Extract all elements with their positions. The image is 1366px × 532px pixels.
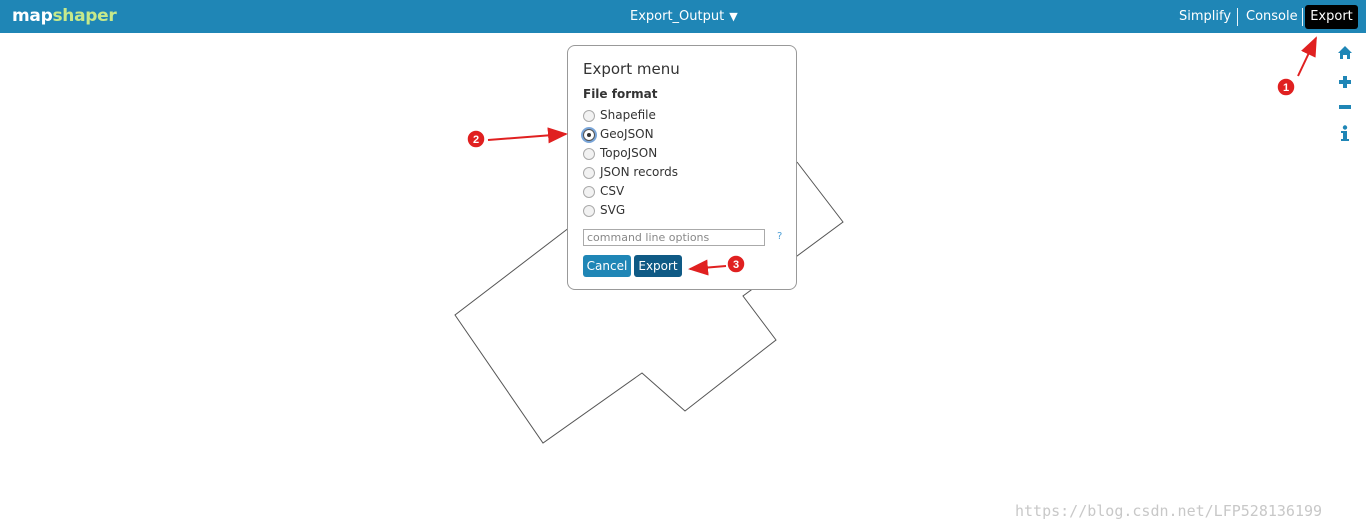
annotation-layer: 1 2 3 [466,36,1317,276]
annotation-arrow-1 [1297,36,1317,77]
annotation-arrow-3 [688,259,727,276]
watermark: https://blog.csdn.net/LFP528136199 [1015,502,1323,520]
annotation-arrow-2 [487,127,568,144]
annotation-number-3: 3 [733,259,739,271]
annotation-number-1: 1 [1283,82,1289,94]
annotation-number-2: 2 [473,134,479,146]
